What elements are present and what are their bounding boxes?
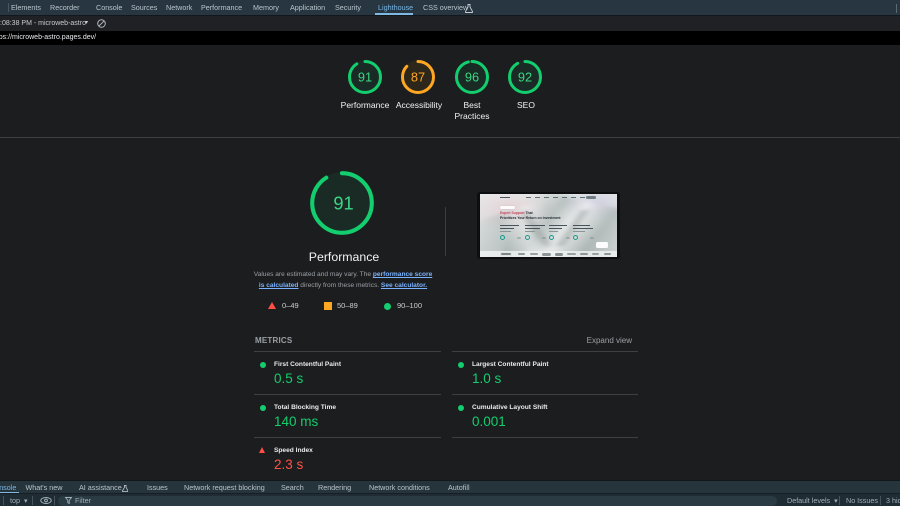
svg-text:91: 91 — [357, 70, 371, 85]
svg-text:96: 96 — [464, 70, 478, 85]
svg-text:91: 91 — [333, 192, 353, 213]
svg-text:87: 87 — [411, 70, 425, 85]
svg-text:92: 92 — [518, 70, 532, 85]
